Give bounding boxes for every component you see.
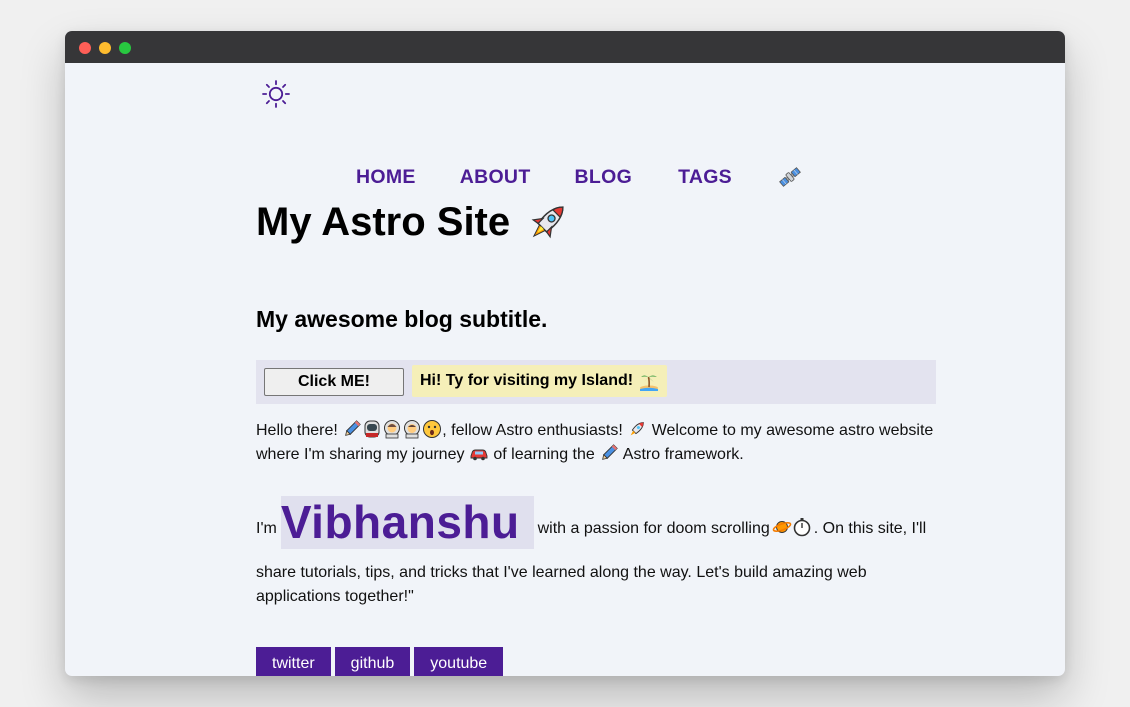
island-panel: Click ME! Hi! Ty for visiting my Island! bbox=[256, 360, 936, 404]
intro-text-5: Astro framework. bbox=[622, 446, 744, 463]
stopwatch-icon bbox=[793, 518, 811, 537]
man-astronaut-icon bbox=[404, 420, 421, 439]
satellite-icon[interactable] bbox=[778, 165, 802, 189]
page-title: My Astro Site bbox=[256, 198, 572, 246]
pencil-icon bbox=[345, 420, 362, 436]
click-me-button[interactable]: Click ME! bbox=[264, 368, 404, 396]
about-paragraph: I'm Vibhanshu with a passion for doom sc… bbox=[256, 493, 946, 609]
twitter-link[interactable]: twitter bbox=[256, 647, 331, 676]
pencil-icon bbox=[602, 444, 619, 460]
car-icon bbox=[470, 449, 488, 461]
planet-icon bbox=[772, 521, 792, 533]
rocket-small-icon bbox=[630, 422, 645, 436]
sun-icon bbox=[262, 80, 290, 108]
window-titlebar bbox=[65, 31, 1065, 63]
github-link[interactable]: github bbox=[334, 647, 411, 676]
nav-link-blog[interactable]: BLOG bbox=[575, 166, 633, 189]
about-rest: share tutorials, tips, and tricks that I… bbox=[256, 564, 867, 605]
minimize-window-button[interactable] bbox=[99, 42, 111, 54]
intro-paragraph: Hello there! , fellow Astro enthusiasts!… bbox=[256, 419, 946, 467]
intro-text-2: , fellow Astro enthusiasts! bbox=[442, 422, 623, 439]
greeting-text: Hi! Ty for visiting my Island! bbox=[420, 372, 634, 389]
page-content: HOME ABOUT BLOG TAGS My Astro Site My aw… bbox=[65, 63, 1065, 676]
about-after-name: with a passion for doom scrolling bbox=[537, 520, 770, 537]
page-title-text: My Astro Site bbox=[256, 199, 511, 244]
about-prefix: I'm bbox=[256, 520, 277, 537]
main-nav: HOME ABOUT BLOG TAGS bbox=[356, 165, 802, 189]
intro-text-1: Hello there! bbox=[256, 422, 338, 439]
page-subtitle: My awesome blog subtitle. bbox=[256, 306, 548, 332]
greeting-badge: Hi! Ty for visiting my Island! bbox=[412, 365, 668, 397]
astronaut-icon bbox=[364, 420, 380, 438]
woman-astronaut-icon bbox=[384, 420, 401, 439]
intro-text-4: of learning the bbox=[493, 446, 595, 463]
nav-link-about[interactable]: ABOUT bbox=[460, 166, 531, 189]
author-name: Vibhanshu bbox=[280, 496, 534, 549]
close-window-button[interactable] bbox=[79, 42, 91, 54]
nav-link-tags[interactable]: TAGS bbox=[678, 166, 732, 189]
about-after-emoji: . On this site, I'll bbox=[813, 520, 927, 537]
theme-toggle-button[interactable] bbox=[261, 79, 291, 109]
rocket-icon bbox=[531, 206, 564, 239]
browser-window: HOME ABOUT BLOG TAGS My Astro Site My aw… bbox=[65, 31, 1065, 676]
youtube-link[interactable]: youtube bbox=[414, 647, 504, 676]
astonished-face-icon bbox=[423, 420, 442, 438]
social-links: twitter github youtube bbox=[256, 647, 504, 676]
island-icon bbox=[640, 375, 659, 391]
maximize-window-button[interactable] bbox=[119, 42, 131, 54]
nav-link-home[interactable]: HOME bbox=[356, 166, 416, 189]
